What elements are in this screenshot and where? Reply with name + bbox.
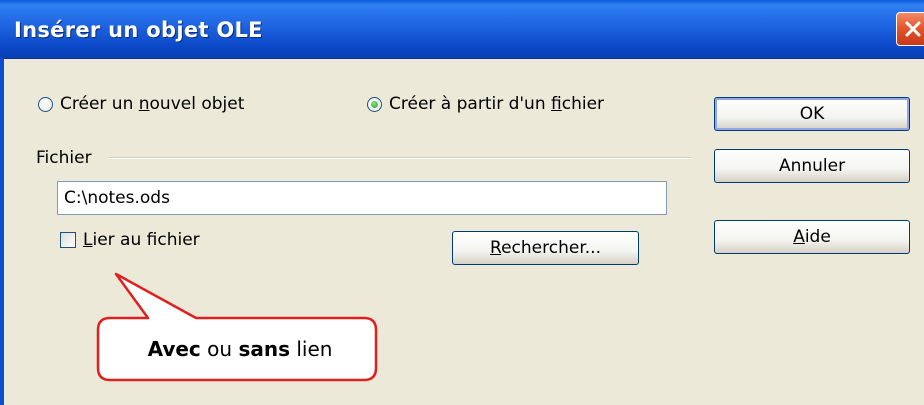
callout-text: Avec ou sans lien: [147, 337, 333, 361]
